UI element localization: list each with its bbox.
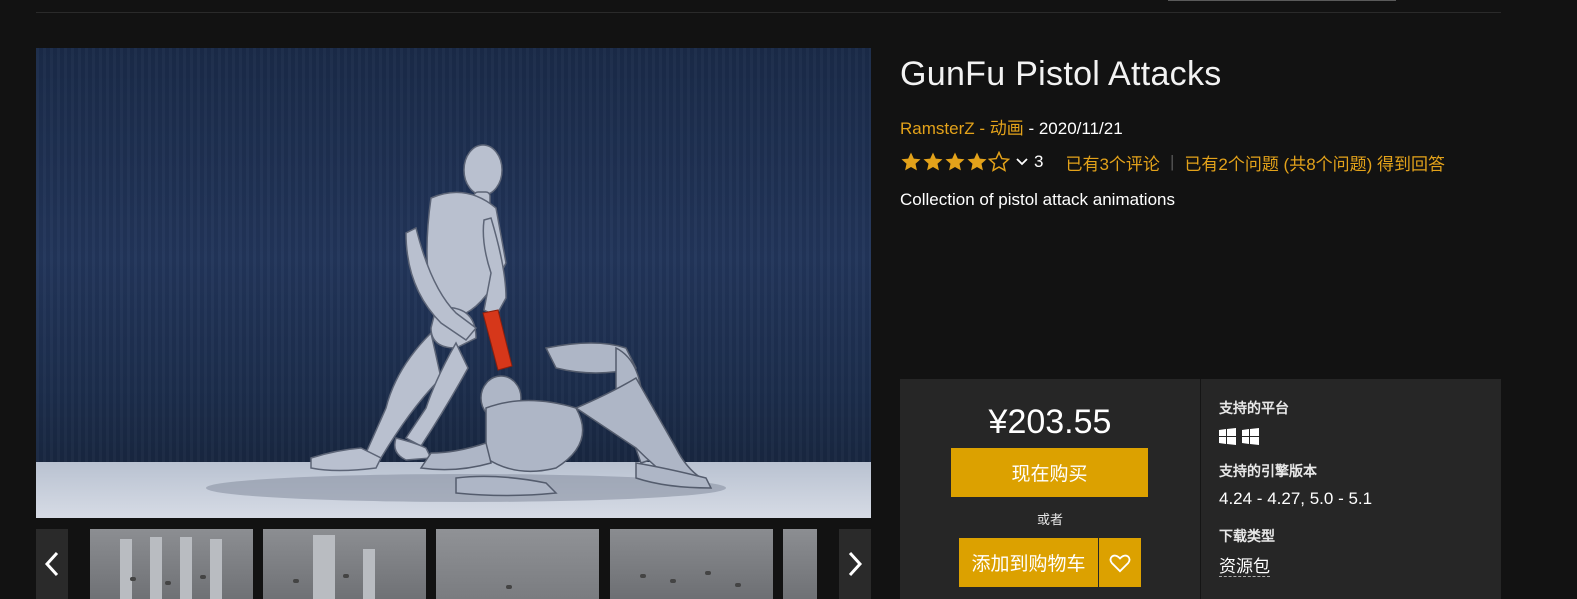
rating-dropdown[interactable] bbox=[1016, 157, 1028, 167]
next-thumbnail-button[interactable] bbox=[839, 529, 871, 599]
reviews-link[interactable]: 已有3个评论 bbox=[1065, 150, 1159, 175]
meta-separator: - bbox=[974, 119, 990, 138]
engine-versions: 4.24 - 4.27, 5.0 - 5.1 bbox=[1219, 489, 1373, 508]
star-filled-icon bbox=[923, 152, 943, 171]
meta-separator: - bbox=[1023, 119, 1039, 138]
download-type-label: 下载类型 bbox=[1219, 528, 1275, 544]
thumbnail-1[interactable] bbox=[90, 529, 253, 599]
platforms-label: 支持的平台 bbox=[1219, 400, 1289, 416]
heart-icon bbox=[1109, 554, 1131, 572]
release-date: 2020/11/21 bbox=[1038, 119, 1123, 138]
engine-label: 支持的引擎版本 bbox=[1219, 463, 1317, 479]
star-empty-icon bbox=[988, 151, 1010, 172]
rating-count: 3 bbox=[1034, 152, 1044, 171]
windows-icon bbox=[1242, 428, 1259, 445]
thumbnail-4[interactable] bbox=[610, 529, 773, 599]
or-label: 或者 bbox=[1036, 512, 1063, 527]
questions-link[interactable]: 已有2个问题 (共8个问题) 得到回答 bbox=[1184, 150, 1445, 175]
seller-link[interactable]: RamsterZ bbox=[900, 119, 975, 138]
rating-stars bbox=[900, 151, 1010, 173]
thumbnail-3[interactable] bbox=[436, 529, 599, 599]
product-title: GunFu Pistol Attacks bbox=[900, 55, 1222, 93]
header-divider bbox=[36, 12, 1501, 13]
platform-icons bbox=[1219, 428, 1259, 445]
chevron-right-icon bbox=[848, 551, 863, 577]
star-filled-icon bbox=[901, 152, 921, 171]
thumbnail-2[interactable] bbox=[263, 529, 426, 599]
thumbnail-5[interactable] bbox=[783, 529, 817, 599]
product-main-image[interactable] bbox=[36, 48, 871, 518]
price: ¥203.55 bbox=[988, 403, 1112, 441]
chevron-down-icon bbox=[1016, 158, 1028, 166]
prev-thumbnail-button[interactable] bbox=[36, 529, 68, 599]
buy-now-button[interactable]: 现在购买 bbox=[951, 448, 1148, 497]
product-meta: RamsterZ - 动画 - 2020/11/21 bbox=[900, 114, 1123, 139]
add-to-cart-button[interactable]: 添加到购物车 bbox=[959, 538, 1098, 587]
thumbnail-strip bbox=[36, 529, 871, 599]
category-link[interactable]: 动画 bbox=[990, 119, 1024, 138]
purchase-panel: ¥203.55 现在购买 或者 添加到购物车 支持的平台 支持的引擎版本 4.2… bbox=[900, 379, 1501, 599]
windows-icon bbox=[1219, 428, 1236, 445]
star-filled-icon bbox=[967, 152, 987, 171]
star-filled-icon bbox=[945, 152, 965, 171]
wishlist-button[interactable] bbox=[1099, 538, 1141, 587]
mannequin-figures bbox=[206, 144, 726, 502]
search-field-underline[interactable] bbox=[1168, 0, 1396, 1]
chevron-left-icon bbox=[44, 551, 59, 577]
panel-divider bbox=[1200, 379, 1201, 599]
product-description: Collection of pistol attack animations bbox=[900, 190, 1175, 209]
link-separator: | bbox=[1169, 152, 1175, 171]
rating-row: 3 已有3个评论 | 已有2个问题 (共8个问题) 得到回答 bbox=[900, 150, 1445, 174]
download-type[interactable]: 资源包 bbox=[1219, 557, 1270, 577]
